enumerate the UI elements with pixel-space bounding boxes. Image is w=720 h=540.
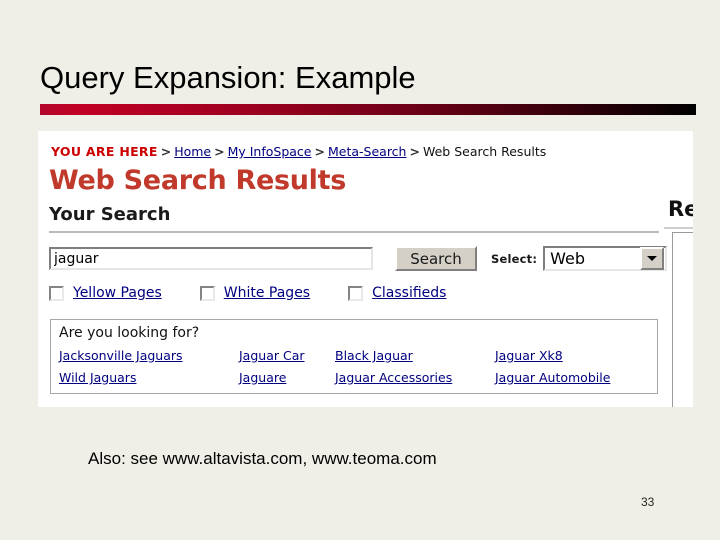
select-label: Select:: [491, 251, 538, 266]
search-scope-value: Web: [550, 249, 586, 268]
suggestion-link[interactable]: Jaguar Accessories: [335, 370, 452, 385]
query-suggestions-panel: Are you looking for? Jacksonville Jaguar…: [50, 319, 658, 394]
checkbox-icon[interactable]: [348, 285, 364, 301]
suggestions-title: Are you looking for?: [59, 325, 200, 341]
right-column-heading: Re: [668, 197, 693, 221]
checkbox-label[interactable]: Yellow Pages: [73, 285, 162, 301]
checkbox-label[interactable]: White Pages: [224, 285, 310, 301]
breadcrumb-separator: >: [214, 144, 225, 159]
suggestion-link[interactable]: Jaguar Car: [239, 348, 305, 363]
page-title: Query Expansion: Example: [40, 60, 416, 95]
search-button[interactable]: Search: [395, 246, 477, 271]
breadcrumb-link-home[interactable]: Home: [174, 144, 211, 159]
checkbox-yellow-pages[interactable]: Yellow Pages: [49, 285, 162, 301]
suggestion-link[interactable]: Jaguar Xk8: [495, 348, 563, 363]
suggestions-grid: Jacksonville Jaguars Jaguar Car Black Ja…: [59, 348, 651, 392]
breadcrumb-link-meta-search[interactable]: Meta-Search: [328, 144, 407, 159]
suggestions-row: Jacksonville Jaguars Jaguar Car Black Ja…: [59, 348, 651, 370]
breadcrumb-link-my-infospace[interactable]: My InfoSpace: [228, 144, 312, 159]
suggestion-link[interactable]: Jaguare: [239, 370, 286, 385]
suggestions-row: Wild Jaguars Jaguare Jaguar Accessories …: [59, 370, 651, 392]
suggestion-link[interactable]: Wild Jaguars: [59, 370, 136, 385]
checkbox-icon[interactable]: [49, 285, 64, 301]
suggestion-link[interactable]: Black Jaguar: [335, 348, 413, 363]
search-input[interactable]: [49, 247, 373, 270]
title-accent-bar: [40, 104, 696, 115]
search-row: Search Select: Web: [49, 246, 668, 271]
checkbox-white-pages[interactable]: White Pages: [199, 285, 310, 301]
checkbox-label[interactable]: Classifieds: [372, 285, 446, 301]
checkbox-icon[interactable]: [199, 285, 215, 301]
suggestion-link[interactable]: Jaguar Automobile: [495, 370, 610, 385]
right-column-panel: [672, 232, 693, 407]
breadcrumb: YOU ARE HERE > Home > My InfoSpace > Meta-Sear…: [51, 145, 546, 159]
breadcrumb-separator: >: [409, 144, 420, 159]
search-filters: Yellow Pages White Pages Classifieds: [49, 285, 446, 301]
breadcrumb-separator: >: [160, 144, 172, 159]
breadcrumb-current-page: Web Search Results: [422, 144, 547, 159]
right-column-divider: [664, 227, 693, 229]
your-search-label: Your Search: [49, 204, 171, 225]
checkbox-classifieds[interactable]: Classifieds: [348, 285, 446, 301]
section-divider: [49, 231, 659, 233]
breadcrumb-separator: >: [314, 144, 325, 159]
suggestion-link[interactable]: Jacksonville Jaguars: [59, 348, 183, 363]
breadcrumb-prefix: YOU ARE HERE: [51, 144, 158, 159]
results-heading: Web Search Results: [49, 165, 347, 196]
search-scope-dropdown[interactable]: Web: [543, 246, 668, 271]
embedded-browser-screenshot: YOU ARE HERE > Home > My InfoSpace > Meta-Sear…: [38, 131, 693, 407]
slide-caption: Also: see www.altavista.com, www.teoma.c…: [88, 449, 437, 468]
page-number: 33: [641, 495, 655, 509]
chevron-down-icon[interactable]: [640, 247, 665, 270]
